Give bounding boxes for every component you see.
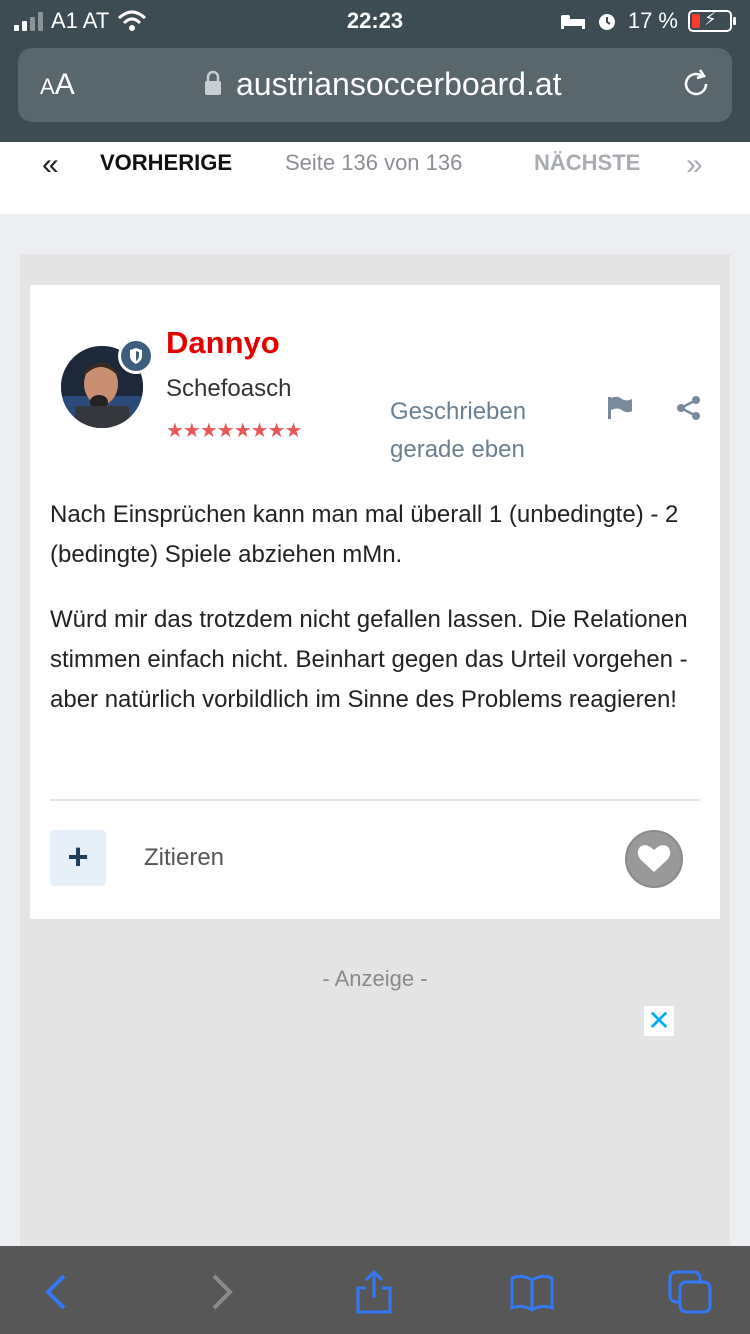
- back-icon[interactable]: [34, 1268, 82, 1316]
- browser-toolbar: [0, 1246, 750, 1334]
- lock-icon: [205, 70, 221, 95]
- url-text[interactable]: austriansoccerboard.at: [236, 66, 562, 103]
- bookmarks-icon[interactable]: [508, 1268, 556, 1316]
- battery-icon: ⚡: [688, 9, 736, 32]
- multiquote-button[interactable]: +: [50, 830, 106, 886]
- text-size-button[interactable]: AA: [40, 68, 75, 102]
- ad-label: - Anzeige -: [322, 966, 428, 991]
- posted-label: Geschrieben: [390, 398, 527, 425]
- page-info[interactable]: Seite 136 von 136: [285, 150, 462, 176]
- divider: [50, 799, 700, 801]
- share-icon[interactable]: [676, 395, 702, 421]
- moderator-badge-icon: [118, 338, 154, 374]
- browser-chrome: A1 AT 22:23 17 % ⚡ AA austriansoccerboar…: [0, 0, 750, 142]
- content-area: Dannyo Schefoasch ★★★★★★★★ Geschrieben g…: [20, 254, 730, 1246]
- posted-time: gerade eben: [390, 436, 525, 463]
- post-author[interactable]: Dannyo: [166, 325, 280, 361]
- previous-page-button[interactable]: VORHERIGE: [100, 150, 232, 176]
- share-sheet-icon[interactable]: [350, 1268, 398, 1316]
- post-card: Dannyo Schefoasch ★★★★★★★★ Geschrieben g…: [30, 285, 720, 919]
- rank-stars: ★★★★★★★★: [166, 420, 302, 442]
- tabs-icon[interactable]: [666, 1268, 714, 1316]
- forward-icon: [212, 1274, 233, 1310]
- ad-close-button[interactable]: ✕: [644, 1006, 674, 1036]
- battery-percent: 17 %: [627, 8, 678, 33]
- post-content: Nach Einsprüchen kann man mal überall 1 …: [50, 495, 705, 745]
- bed-icon: [560, 15, 585, 29]
- reload-icon[interactable]: [678, 66, 714, 102]
- alarm-icon: [598, 14, 615, 30]
- status-bar: A1 AT 22:23 17 % ⚡: [0, 0, 750, 44]
- post-date[interactable]: Geschrieben gerade eben: [390, 393, 526, 469]
- author-rank: Schefoasch: [166, 375, 292, 402]
- next-page-button: NÄCHSTE: [534, 150, 641, 175]
- heart-icon: [637, 845, 671, 872]
- last-page-button: »: [686, 148, 703, 181]
- like-button[interactable]: [625, 830, 683, 888]
- first-page-button[interactable]: «: [42, 148, 59, 182]
- post-paragraph: Nach Einsprüchen kann man mal überall 1 …: [50, 501, 679, 568]
- report-flag-icon[interactable]: [606, 395, 634, 421]
- address-bar[interactable]: AA austriansoccerboard.at: [18, 48, 732, 122]
- quote-button[interactable]: Zitieren: [144, 844, 224, 872]
- post-paragraph: Würd mir das trotzdem nicht gefallen las…: [50, 606, 688, 713]
- pagination: « VORHERIGE Seite 136 von 136 NÄCHSTE »: [0, 142, 750, 214]
